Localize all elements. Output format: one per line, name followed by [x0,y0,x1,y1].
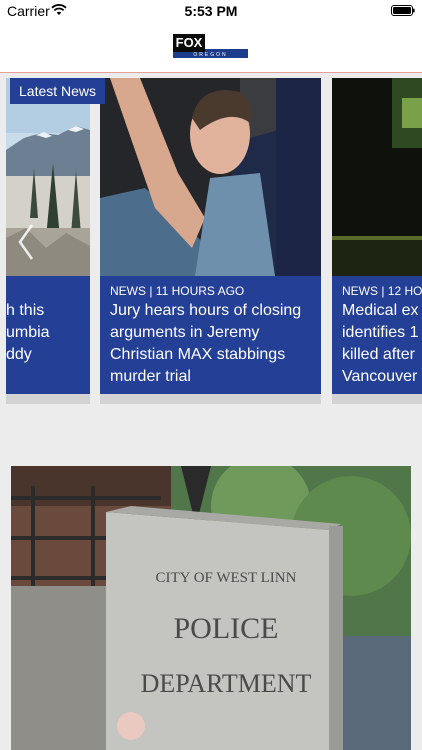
card-body: NEWS | 11 HOURS AGO Jury hears hours of … [100,276,321,394]
headline-line: Jury hears hours of closing [110,302,302,319]
news-card[interactable]: NEWS | 11 HOURS AGO Jury hears hours of … [100,78,321,404]
chevron-left-icon[interactable] [16,222,36,262]
card-body: h this umbia ddy [6,276,90,394]
headline-line: murder trial [110,368,191,385]
card-image [332,78,422,276]
latest-news-badge: Latest News [10,78,106,104]
headline-line: identifies 1 [342,324,419,341]
news-card[interactable]: NEWS | 12 HO Medical ex identifies 1 kil… [332,78,422,404]
headline-line: h this [6,302,45,319]
card-body: NEWS | 12 HO Medical ex identifies 1 kil… [332,276,422,394]
card-headline: Jury hears hours of closing arguments in… [110,300,301,388]
latest-news-carousel[interactable]: h this umbia ddy NEWS | 11 HOURS AGO Jur… [0,78,422,408]
headline-line: killed after [342,346,415,363]
card-footer [100,394,321,404]
card-headline: h this umbia ddy [6,300,50,366]
status-bar: Carrier 5:53 PM [0,0,422,22]
battery-icon [391,5,415,16]
sign-line: POLICE [174,612,279,645]
headline-line: Vancouver [342,368,418,385]
card-headline: Medical ex identifies 1 killed after Van… [342,300,419,388]
app-header: FOX OREGON [0,22,422,73]
headline-line: Christian MAX stabbings [110,346,286,363]
logo-wordmark: FOX [173,34,205,52]
headline-line: umbia [6,324,50,341]
card-footer [332,394,422,404]
clock: 5:53 PM [184,3,238,19]
card-image [100,78,321,276]
headline-line: Medical ex [342,302,419,319]
headline-line: arguments in Jeremy [110,324,260,341]
card-meta: NEWS | 11 HOURS AGO [110,284,245,298]
sign-line: DEPARTMENT [141,669,312,698]
card-meta: NEWS | 12 HO [342,284,422,298]
headline-line: ddy [6,346,32,363]
card-footer [6,394,90,404]
story-image[interactable]: CITY OF WEST LINN POLICE DEPARTMENT [11,466,411,750]
sign-line: CITY OF WEST LINN [156,570,297,586]
fox-oregon-logo[interactable]: FOX OREGON [173,34,249,58]
logo-subtitle: OREGON [173,52,248,58]
